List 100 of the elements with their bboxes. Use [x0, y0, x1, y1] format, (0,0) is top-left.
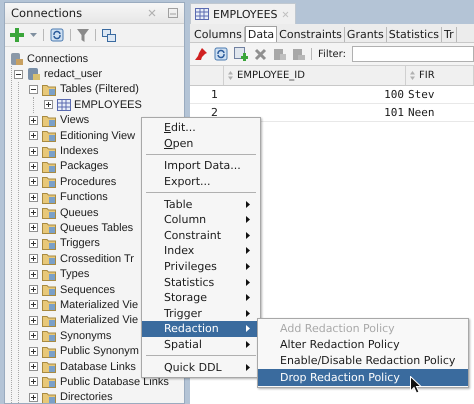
expand-icon[interactable]: [29, 285, 38, 294]
tree-item[interactable]: Queues Tables: [60, 222, 134, 234]
tree-item[interactable]: Synonyms: [60, 330, 112, 342]
expand-icon[interactable]: [29, 208, 38, 218]
folder-icon: [42, 221, 57, 234]
tree-item[interactable]: Packages: [60, 160, 108, 172]
submenu-arrow-icon: [246, 263, 250, 270]
menu-item[interactable]: Open: [142, 136, 260, 152]
subtab[interactable]: Grants: [344, 27, 387, 42]
caret-icon[interactable]: [30, 33, 37, 37]
tree-item[interactable]: Materialized Vie: [60, 314, 138, 326]
menu-item[interactable]: Redaction: [142, 321, 260, 337]
column-header[interactable]: EMPLOYEE_ID: [224, 66, 406, 85]
tree-item[interactable]: Connections: [27, 52, 88, 65]
expand-icon[interactable]: [29, 116, 38, 125]
filter-label: Filter:: [318, 48, 346, 60]
menu-item[interactable]: Privileges: [142, 258, 260, 274]
windows-icon[interactable]: [102, 28, 116, 42]
expand-icon[interactable]: [29, 223, 38, 232]
menu-item[interactable]: Enable/Disable Redaction Policy: [258, 352, 468, 370]
add-row-icon[interactable]: [234, 47, 248, 61]
collapse-icon[interactable]: [14, 70, 23, 79]
filter-icon[interactable]: [77, 28, 89, 42]
tree-item[interactable]: Tables (Filtered): [60, 83, 139, 96]
menu-item[interactable]: Drop Redaction Policy: [258, 369, 468, 386]
submenu-arrow-icon: [246, 232, 250, 239]
tree-item[interactable]: Indexes: [60, 145, 99, 158]
expand-icon[interactable]: [29, 177, 38, 186]
delete-icon[interactable]: [254, 48, 268, 60]
submenu-arrow-icon: [246, 247, 250, 254]
sort-icon: [228, 71, 234, 80]
row-number: 1: [210, 88, 220, 101]
menu-item[interactable]: Column: [142, 212, 260, 228]
tree-item[interactable]: redact_user: [44, 68, 102, 80]
folder-icon: [42, 329, 57, 342]
tab-title: EMPLOYEES: [213, 8, 278, 20]
add-icon[interactable]: [10, 28, 24, 42]
tree-item[interactable]: Editioning View: [60, 130, 136, 142]
menu-item[interactable]: Constraint: [142, 228, 260, 244]
expand-icon[interactable]: [44, 100, 53, 110]
expand-icon[interactable]: [29, 146, 38, 156]
menu-item[interactable]: Trigger: [142, 306, 260, 322]
expand-icon[interactable]: [29, 346, 38, 356]
submenu-arrow-icon: [246, 200, 250, 208]
expand-icon[interactable]: [29, 270, 38, 279]
expand-icon[interactable]: [29, 238, 38, 248]
tree-item[interactable]: Views: [60, 114, 90, 126]
tree-item[interactable]: Public Database Links: [60, 376, 169, 388]
menu-item[interactable]: Storage: [142, 290, 260, 306]
expand-icon[interactable]: [29, 331, 38, 340]
menu-item[interactable]: Export...: [142, 174, 260, 190]
tree-item[interactable]: Queues: [60, 206, 99, 219]
menu-item[interactable]: Alter Redaction Policy: [258, 336, 468, 353]
tree-item[interactable]: Crossedition Tr: [60, 252, 134, 265]
menu-item[interactable]: Table: [142, 196, 260, 212]
editor-tab[interactable]: EMPLOYEES: [190, 3, 296, 24]
subtab[interactable]: Constraints: [277, 27, 345, 42]
expand-icon[interactable]: [29, 254, 38, 264]
subtab[interactable]: Statistics: [386, 27, 442, 42]
folder-icon: [42, 82, 57, 96]
table-cell-text: 100: [383, 87, 406, 103]
tree-item[interactable]: EMPLOYEES: [74, 98, 142, 111]
tree-item[interactable]: Types: [60, 268, 90, 280]
expand-icon[interactable]: [29, 316, 38, 325]
subtab[interactable]: Tr: [442, 27, 457, 42]
subtab[interactable]: Data: [244, 26, 278, 42]
tree-item[interactable]: Triggers: [60, 237, 100, 250]
refresh-icon[interactable]: [214, 47, 228, 61]
table-cell-text: Stev: [407, 87, 436, 103]
menu-item[interactable]: Import Data...: [142, 158, 260, 174]
menu-item[interactable]: Statistics: [142, 274, 260, 290]
collapse-icon[interactable]: [29, 84, 38, 94]
tree-item[interactable]: Sequences: [60, 284, 116, 296]
tree-item[interactable]: Directories: [60, 391, 113, 403]
expand-icon[interactable]: [29, 131, 38, 140]
expand-icon[interactable]: [29, 392, 38, 402]
expand-icon[interactable]: [29, 162, 38, 171]
folder-icon: [42, 344, 57, 358]
folder-icon: [42, 314, 57, 327]
filter-field[interactable]: [352, 46, 474, 62]
expand-icon[interactable]: [29, 377, 38, 386]
expand-icon[interactable]: [29, 192, 38, 202]
column-header[interactable]: FIR: [406, 66, 474, 85]
menu-item[interactable]: Index: [142, 243, 260, 259]
tree-item[interactable]: Materialized Vie: [60, 298, 138, 311]
submenu-arrow-icon: [246, 325, 250, 332]
refresh-icon[interactable]: [50, 28, 64, 42]
tree-item[interactable]: Functions: [60, 191, 108, 204]
submenu-arrow-icon: [246, 294, 250, 302]
tree-item[interactable]: Procedures: [60, 176, 116, 188]
expand-icon[interactable]: [29, 362, 38, 371]
expand-icon[interactable]: [29, 300, 38, 310]
menu-item[interactable]: Spatial: [142, 336, 260, 352]
menu-item[interactable]: Quick DDL: [142, 359, 260, 375]
folder-icon: [42, 114, 57, 127]
tree-item[interactable]: Database Links: [60, 360, 136, 372]
tree-item[interactable]: Public Synonym: [60, 345, 139, 358]
folder-icon: [42, 252, 57, 266]
submenu-arrow-icon: [246, 278, 250, 286]
menu-item[interactable]: Edit...: [142, 120, 260, 136]
